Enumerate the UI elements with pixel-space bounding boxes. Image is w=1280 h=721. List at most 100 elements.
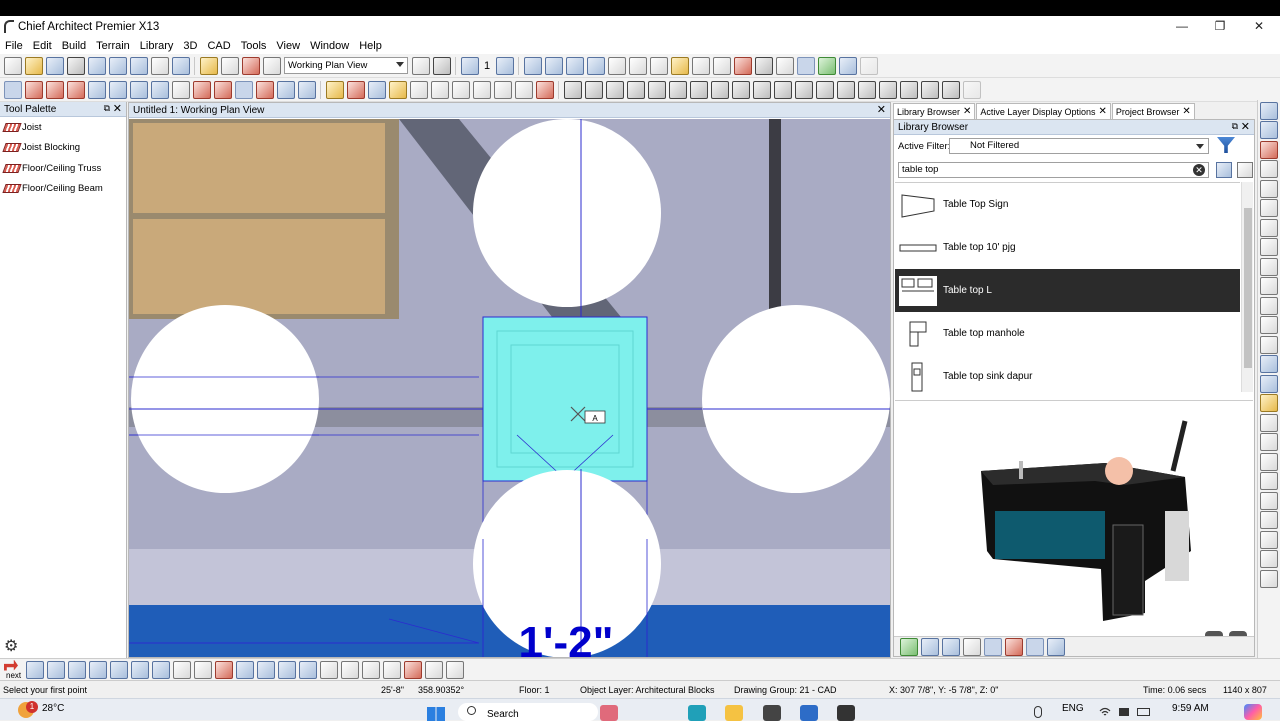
pin-icon[interactable]: ⧉ — [104, 103, 110, 114]
help-icon[interactable] — [171, 56, 190, 75]
menu-view[interactable]: View — [271, 40, 305, 52]
zoom-in-icon[interactable] — [1260, 101, 1278, 120]
menu-tools[interactable]: Tools — [236, 40, 272, 52]
reflect-icon[interactable] — [752, 80, 771, 99]
open-folder-icon[interactable] — [24, 56, 43, 75]
door-icon[interactable] — [87, 80, 106, 99]
selected-table-top[interactable] — [482, 316, 648, 482]
library-search-input[interactable]: table top ✕ — [898, 162, 1209, 178]
rotate-icon[interactable] — [130, 660, 149, 679]
print-icon[interactable] — [66, 56, 85, 75]
window-icon[interactable] — [108, 80, 127, 99]
box-icon[interactable] — [297, 80, 316, 99]
callout-icon[interactable] — [388, 80, 407, 99]
shape-icon[interactable] — [1260, 511, 1278, 529]
roof-icon[interactable] — [628, 56, 647, 75]
tool-palette-item-joist-blocking[interactable]: Joist Blocking — [0, 138, 126, 159]
delete-icon[interactable] — [67, 660, 86, 679]
camera-tools-icon[interactable] — [754, 56, 773, 75]
menu-window[interactable]: Window — [305, 40, 354, 52]
rectangle-icon[interactable] — [493, 80, 512, 99]
new-file-icon[interactable] — [3, 56, 22, 75]
material-icon[interactable] — [712, 56, 731, 75]
clear-search-icon[interactable]: ✕ — [1193, 164, 1205, 176]
join-icon[interactable] — [920, 80, 939, 99]
copy-icon[interactable] — [88, 660, 107, 679]
material-icon[interactable] — [403, 660, 422, 679]
open-object-icon[interactable] — [25, 660, 44, 679]
tab-project-browser[interactable]: Project Browser ✕ — [1111, 103, 1195, 119]
taskbar-search[interactable]: Search — [458, 703, 598, 721]
menu-library[interactable]: Library — [135, 40, 179, 52]
layer-set-icon[interactable] — [1260, 374, 1278, 393]
sun-icon[interactable] — [691, 56, 710, 75]
resize-icon[interactable] — [731, 80, 750, 99]
windows-start-icon[interactable] — [427, 707, 445, 721]
edit-handle-top[interactable] — [473, 119, 661, 307]
tab-library-browser[interactable]: Library Browser ✕ — [893, 103, 976, 119]
stretch-icon[interactable] — [584, 80, 603, 99]
build-house-icon[interactable] — [192, 80, 211, 99]
angle-icon[interactable] — [1260, 491, 1278, 510]
chamfer-icon[interactable] — [878, 80, 897, 99]
fillet-icon[interactable] — [857, 80, 876, 99]
redo-icon[interactable] — [129, 56, 148, 75]
menu-help[interactable]: Help — [354, 40, 387, 52]
list-item[interactable]: Table top manhole — [895, 312, 1240, 355]
library-list-icon[interactable] — [962, 637, 981, 656]
ungroup-icon[interactable] — [340, 660, 359, 679]
roof-build-icon[interactable] — [213, 80, 232, 99]
stairs-icon[interactable] — [171, 80, 190, 99]
light-icon[interactable] — [670, 56, 689, 75]
menu-file[interactable]: File — [0, 40, 28, 52]
search-icon[interactable] — [1237, 162, 1253, 178]
paste-icon[interactable] — [241, 56, 260, 75]
rotate-icon[interactable] — [710, 80, 729, 99]
reference-icon[interactable] — [1260, 433, 1278, 451]
select-icon[interactable] — [262, 56, 281, 75]
microphone-icon[interactable] — [1034, 706, 1042, 718]
align-icon[interactable] — [668, 80, 687, 99]
edit-icon[interactable] — [199, 56, 218, 75]
zoom-out-icon[interactable] — [1260, 121, 1278, 139]
zoom-icon[interactable] — [1260, 179, 1278, 198]
cad-line-icon[interactable] — [409, 80, 428, 99]
scrollbar-thumb[interactable] — [1244, 208, 1252, 368]
edit-handle-right[interactable] — [702, 305, 890, 493]
lock-icon[interactable] — [773, 80, 792, 99]
spline-icon[interactable] — [514, 80, 533, 99]
chief-architect-app-icon[interactable] — [763, 705, 781, 721]
edit-handle-left[interactable] — [131, 305, 319, 493]
3d-view-icon[interactable] — [649, 56, 668, 75]
distribute-icon[interactable] — [256, 660, 275, 679]
slab-icon[interactable] — [255, 80, 274, 99]
library-back-icon[interactable] — [920, 637, 939, 656]
export-icon[interactable] — [87, 56, 106, 75]
offset-icon[interactable] — [899, 80, 918, 99]
block-icon[interactable] — [424, 660, 443, 679]
railing-icon[interactable] — [45, 80, 64, 99]
paint-icon[interactable] — [733, 56, 752, 75]
house-icon[interactable] — [523, 56, 542, 75]
color-icon[interactable] — [214, 660, 233, 679]
copy-object-icon[interactable] — [605, 80, 624, 99]
layer-icon[interactable] — [1260, 355, 1278, 373]
marker-icon[interactable] — [1260, 452, 1278, 471]
fix-icon[interactable] — [277, 660, 296, 679]
cabinet-icon[interactable] — [66, 80, 85, 99]
tool-palette-item-truss[interactable]: Floor/Ceiling Truss — [0, 158, 126, 179]
text-icon[interactable] — [346, 80, 365, 99]
list-item[interactable]: Table Top Sign — [895, 183, 1240, 226]
search-icon[interactable] — [1260, 472, 1278, 490]
distance-icon[interactable] — [1260, 550, 1278, 568]
wifi-icon[interactable] — [1099, 707, 1111, 717]
multiple-copy-icon[interactable] — [647, 80, 666, 99]
close-window-button[interactable]: ✕ — [1240, 16, 1278, 37]
render-icon[interactable] — [607, 56, 626, 75]
edit-handle-icon[interactable] — [563, 80, 582, 99]
group-icon[interactable] — [689, 80, 708, 99]
photos-app-icon[interactable] — [600, 705, 618, 721]
wall-icon[interactable] — [24, 80, 43, 99]
move-icon[interactable] — [109, 660, 128, 679]
filter-funnel-icon[interactable] — [1217, 137, 1235, 153]
